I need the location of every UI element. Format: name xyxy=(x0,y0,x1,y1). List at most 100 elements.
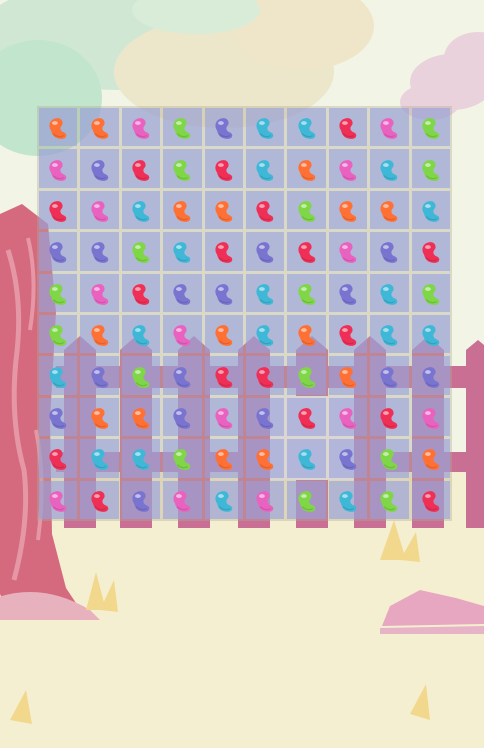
board-cell[interactable] xyxy=(163,439,202,478)
board-cell[interactable] xyxy=(80,356,119,395)
board-cell[interactable] xyxy=(411,273,450,312)
board-cell[interactable] xyxy=(121,356,161,395)
board-cell[interactable] xyxy=(246,273,285,312)
board-cell[interactable] xyxy=(411,397,450,437)
board-cell[interactable] xyxy=(39,190,78,230)
board-cell[interactable] xyxy=(287,397,326,437)
board-cell[interactable] xyxy=(411,190,450,230)
board-cell[interactable] xyxy=(287,232,326,271)
board-cell[interactable] xyxy=(370,439,409,478)
board-cell[interactable] xyxy=(39,273,78,312)
board-cell[interactable] xyxy=(163,108,202,147)
board-cell[interactable] xyxy=(163,397,202,437)
board-cell[interactable] xyxy=(287,149,326,188)
board-cell[interactable] xyxy=(328,149,368,188)
board-cell[interactable] xyxy=(287,273,326,312)
board-cell[interactable] xyxy=(411,480,450,519)
board-cell[interactable] xyxy=(411,108,450,147)
board-cell[interactable] xyxy=(163,190,202,230)
board-cell[interactable] xyxy=(80,108,119,147)
board-cell[interactable] xyxy=(328,480,368,519)
board-cell[interactable] xyxy=(328,356,368,395)
board-cell[interactable] xyxy=(39,315,78,354)
board-cell[interactable] xyxy=(287,315,326,354)
board-cell[interactable] xyxy=(328,273,368,312)
board-cell[interactable] xyxy=(204,315,243,354)
board-cell[interactable] xyxy=(204,397,243,437)
board-cell[interactable] xyxy=(287,439,326,478)
board-cell[interactable] xyxy=(204,273,243,312)
board-cell[interactable] xyxy=(80,149,119,188)
board-cell[interactable] xyxy=(328,397,368,437)
board-cell[interactable] xyxy=(121,439,161,478)
board-cell[interactable] xyxy=(328,190,368,230)
board-cell[interactable] xyxy=(204,108,243,147)
board-cell[interactable] xyxy=(328,315,368,354)
board-cell[interactable] xyxy=(370,273,409,312)
board-cell[interactable] xyxy=(246,190,285,230)
board-cell[interactable] xyxy=(411,315,450,354)
board-cell[interactable] xyxy=(121,108,161,147)
board-cell[interactable] xyxy=(39,480,78,519)
board-cell[interactable] xyxy=(80,397,119,437)
board-cell[interactable] xyxy=(370,232,409,271)
board-cell[interactable] xyxy=(246,356,285,395)
board-cell[interactable] xyxy=(39,397,78,437)
board-cell[interactable] xyxy=(39,108,78,147)
board-cell[interactable] xyxy=(370,149,409,188)
board-cell[interactable] xyxy=(287,356,326,395)
board-cell[interactable] xyxy=(80,439,119,478)
board-cell[interactable] xyxy=(80,480,119,519)
board-cell[interactable] xyxy=(411,232,450,271)
board-cell[interactable] xyxy=(370,190,409,230)
board-cell[interactable] xyxy=(39,356,78,395)
board-cell[interactable] xyxy=(246,439,285,478)
board-cell[interactable] xyxy=(121,149,161,188)
board-cell[interactable] xyxy=(39,232,78,271)
board-cell[interactable] xyxy=(246,149,285,188)
board-cell[interactable] xyxy=(163,480,202,519)
board-cell[interactable] xyxy=(246,108,285,147)
board-cell[interactable] xyxy=(80,273,119,312)
board-cell[interactable] xyxy=(246,397,285,437)
board-cell[interactable] xyxy=(328,439,368,478)
board-cell[interactable] xyxy=(204,190,243,230)
board-cell[interactable] xyxy=(204,356,243,395)
board-cell[interactable] xyxy=(370,315,409,354)
board-cell[interactable] xyxy=(80,190,119,230)
board-cell[interactable] xyxy=(163,232,202,271)
board-cell[interactable] xyxy=(287,190,326,230)
board-cell[interactable] xyxy=(39,149,78,188)
board-cell[interactable] xyxy=(370,480,409,519)
board-cell[interactable] xyxy=(246,232,285,271)
board-cell[interactable] xyxy=(246,480,285,519)
board-cell[interactable] xyxy=(411,356,450,395)
board-cell[interactable] xyxy=(370,356,409,395)
board-cell[interactable] xyxy=(287,480,326,519)
board-cell[interactable] xyxy=(80,315,119,354)
board-cell[interactable] xyxy=(163,315,202,354)
board-cell[interactable] xyxy=(163,149,202,188)
board-cell[interactable] xyxy=(370,108,409,147)
board-cell[interactable] xyxy=(328,232,368,271)
board-cell[interactable] xyxy=(121,397,161,437)
board-cell[interactable] xyxy=(246,315,285,354)
board-cell[interactable] xyxy=(163,273,202,312)
board-cell[interactable] xyxy=(121,315,161,354)
board-cell[interactable] xyxy=(411,439,450,478)
board-cell[interactable] xyxy=(163,356,202,395)
board-cell[interactable] xyxy=(287,108,326,147)
board-cell[interactable] xyxy=(121,480,161,519)
board-cell[interactable] xyxy=(39,439,78,478)
board-cell[interactable] xyxy=(204,232,243,271)
board-cell[interactable] xyxy=(121,190,161,230)
board-cell[interactable] xyxy=(121,232,161,271)
board-cell[interactable] xyxy=(204,439,243,478)
board-cell[interactable] xyxy=(370,397,409,437)
board-cell[interactable] xyxy=(204,480,243,519)
board-cell[interactable] xyxy=(328,108,368,147)
board-cell[interactable] xyxy=(204,149,243,188)
board-cell[interactable] xyxy=(121,273,161,312)
board-cell[interactable] xyxy=(411,149,450,188)
board-cell[interactable] xyxy=(80,232,119,271)
